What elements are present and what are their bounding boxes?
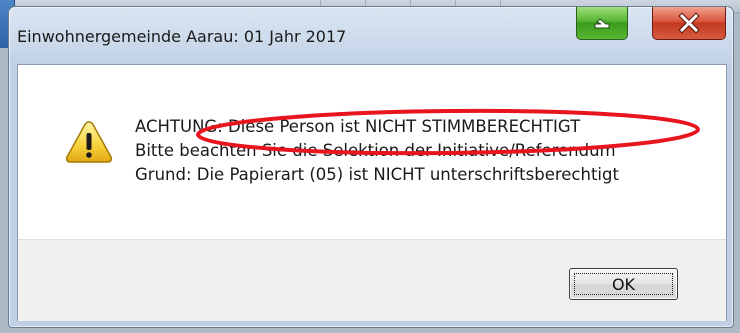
ok-button-label: OK bbox=[611, 274, 636, 294]
close-button[interactable] bbox=[652, 7, 726, 40]
minimize-icon bbox=[594, 18, 610, 29]
dialog-titlebar[interactable]: Einwohnergemeinde Aarau: 01 Jahr 2017 bbox=[9, 7, 733, 61]
close-x-icon bbox=[678, 12, 700, 34]
warning-triangle-icon bbox=[65, 121, 113, 163]
message-text: ACHTUNG: Diese Person ist NICHT STIMMBER… bbox=[135, 115, 619, 187]
button-bar: OK bbox=[18, 239, 726, 321]
message-dialog: Einwohnergemeinde Aarau: 01 Jahr 2017 AC… bbox=[8, 6, 734, 328]
dialog-title: Einwohnergemeinde Aarau: 01 Jahr 2017 bbox=[17, 27, 347, 46]
dialog-content: ACHTUNG: Diese Person ist NICHT STIMMBER… bbox=[17, 64, 727, 321]
minimize-button[interactable] bbox=[576, 7, 628, 40]
ok-button[interactable]: OK bbox=[569, 268, 678, 300]
message-line-reason: Grund: Die Papierart (05) ist NICHT unte… bbox=[135, 165, 619, 184]
message-line-hint: Bitte beachten Sie die Selektion der Ini… bbox=[135, 141, 616, 160]
message-area: ACHTUNG: Diese Person ist NICHT STIMMBER… bbox=[18, 65, 726, 239]
message-line-warning: ACHTUNG: Diese Person ist NICHT STIMMBER… bbox=[135, 117, 581, 136]
